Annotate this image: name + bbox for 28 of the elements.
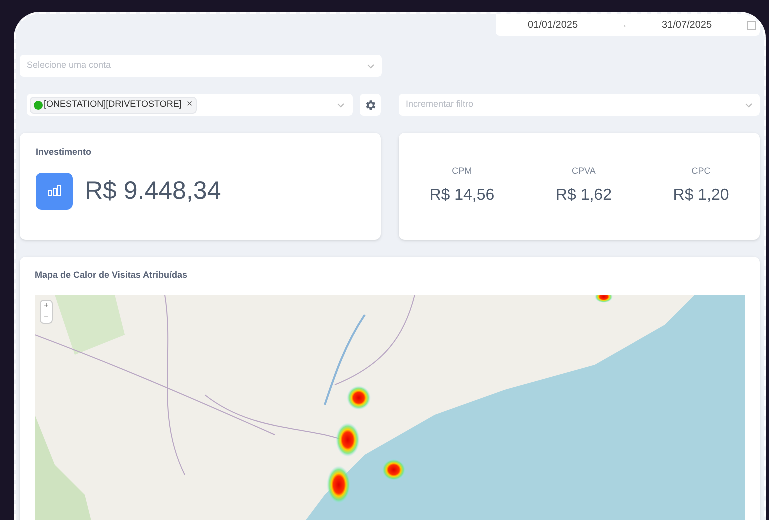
chevron-down-icon [337,102,345,108]
remove-tag-button[interactable]: × [186,100,193,110]
investment-value: R$ 9.448,34 [85,176,222,206]
card-title: Mapa de Calor de Visitas Atribuídas [35,269,189,282]
placeholder-text: Selecione uma conta [27,59,112,72]
chevron-down-icon [367,64,375,68]
card-title: Investimento [36,146,93,159]
date-range-field[interactable]: 01/01/2025 → 31/07/2025 [496,14,760,36]
chart-icon [36,172,73,210]
end-date: 31/07/2025 [662,18,714,32]
metric-value: R$ 14,56 [430,186,495,206]
metric-value: R$ 1,20 [673,186,730,206]
chevron-down-icon [745,102,753,108]
selected-tag[interactable]: [ONESTATION][DRIVETOSTORE] × [30,96,197,114]
zoom-in-button[interactable]: + [41,300,52,312]
settings-icon [364,98,377,112]
start-date: 01/01/2025 [528,18,580,32]
arrow-icon: → [618,18,628,32]
campaign-select[interactable]: [ONESTATION][DRIVETOSTORE] × [27,94,353,116]
placeholder-text: Incrementar filtro [406,98,474,112]
calendar-icon [747,20,756,30]
metric-value: R$ 1,62 [556,186,612,206]
metric-label: CPM [452,165,472,178]
settings-button[interactable] [360,94,381,116]
metric-label: CPVA [572,165,596,178]
metric-label: CPC [692,165,711,178]
tag-label: [ONESTATION][DRIVETOSTORE] [44,98,182,112]
zoom-out-button[interactable]: − [41,312,52,322]
